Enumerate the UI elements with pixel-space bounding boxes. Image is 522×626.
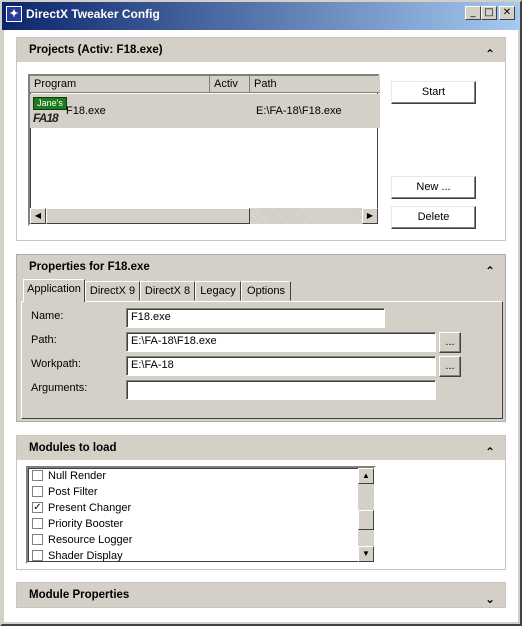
projects-panel: Projects (Activ: F18.exe) ⌃ Program Acti… — [16, 37, 506, 241]
row-path: E:\FA-18\F18.exe — [256, 105, 342, 117]
module-properties-header[interactable]: Module Properties ⌄ — [17, 583, 505, 607]
modules-list: Null Render Post Filter ✓ Present Changer Pr… — [30, 468, 356, 562]
properties-title: Properties for F18.exe — [29, 261, 150, 273]
minimize-icon: _ — [470, 7, 476, 18]
list-item[interactable]: Resource Logger — [30, 532, 356, 548]
module-label: Null Render — [48, 470, 107, 482]
close-button[interactable]: ✕ — [499, 6, 515, 20]
workpath-label: Workpath: — [31, 358, 81, 370]
path-label: Path: — [31, 334, 57, 346]
chevron-double-down-icon[interactable]: ⌄ — [485, 587, 495, 611]
horizontal-scrollbar[interactable]: ◀ ▶ — [30, 208, 378, 224]
tab-application[interactable]: Application — [23, 279, 85, 302]
name-label: Name: — [31, 310, 64, 322]
module-label: Priority Booster — [48, 518, 124, 530]
module-label: Shader Display — [48, 550, 123, 562]
list-item[interactable]: Post Filter — [30, 484, 356, 500]
list-item[interactable]: ✓ Present Changer — [30, 500, 356, 516]
column-header-program[interactable]: Program — [30, 76, 210, 93]
delete-button[interactable]: Delete — [391, 206, 476, 229]
start-button[interactable]: Start — [391, 81, 476, 104]
chevron-double-up-icon[interactable]: ⌃ — [485, 259, 495, 283]
arrow-up-icon: ▲ — [362, 471, 370, 480]
workpath-field[interactable]: E:\FA-18 — [126, 356, 436, 376]
tab-legacy[interactable]: Legacy — [195, 281, 241, 301]
horizontal-scroll-thumb[interactable] — [46, 208, 250, 224]
maximize-icon: □ — [484, 7, 494, 18]
browse-workpath-button[interactable]: ... — [439, 356, 461, 377]
vertical-scroll-thumb[interactable] — [358, 510, 374, 530]
window-title: DirectX Tweaker Config — [26, 7, 160, 21]
browse-path-button[interactable]: ... — [439, 332, 461, 353]
list-item[interactable]: Null Render — [30, 468, 356, 484]
properties-header[interactable]: Properties for F18.exe ⌃ — [17, 255, 505, 279]
tab-directx-8[interactable]: DirectX 8 — [140, 281, 195, 301]
arrow-down-icon: ▼ — [362, 549, 370, 558]
projects-title: Projects (Activ: F18.exe) — [29, 44, 163, 56]
arguments-field[interactable] — [126, 380, 436, 400]
logo-top-text: Jane's — [33, 97, 67, 110]
name-field[interactable]: F18.exe — [126, 308, 385, 328]
modules-checklist[interactable]: Null Render Post Filter ✓ Present Changer Pr… — [26, 466, 376, 564]
arguments-label: Arguments: — [31, 382, 88, 394]
modules-title: Modules to load — [29, 442, 117, 454]
checkbox-checked[interactable]: ✓ — [32, 502, 43, 513]
title-bar: ✦ DirectX Tweaker Config _ □ ✕ — [0, 0, 522, 30]
application-tab-page: Name: F18.exe Path: E:\FA-18\F18.exe ...… — [21, 301, 503, 419]
scroll-down-button[interactable]: ▼ — [358, 546, 374, 562]
row-program: F18.exe — [66, 105, 106, 117]
arrow-left-icon: ◀ — [34, 211, 42, 220]
column-header-activ[interactable]: Activ — [210, 76, 250, 93]
maximize-button[interactable]: □ — [481, 6, 497, 20]
chevron-double-up-icon[interactable]: ⌃ — [485, 42, 495, 66]
module-properties-panel: Module Properties ⌄ — [16, 582, 506, 608]
module-label: Present Changer — [48, 502, 132, 514]
checkbox[interactable] — [32, 550, 43, 561]
properties-panel: Properties for F18.exe ⌃ Application Dir… — [16, 254, 506, 422]
scroll-right-button[interactable]: ▶ — [362, 208, 378, 224]
game-logo-icon: Jane's FA18 — [33, 97, 67, 125]
minimize-button[interactable]: _ — [465, 6, 481, 20]
directx-app-icon: ✦ — [6, 6, 22, 22]
arrow-right-icon: ▶ — [366, 211, 374, 220]
modules-panel: Modules to load ⌃ Null Render Post Filter… — [16, 435, 506, 570]
list-item[interactable]: Shader Display — [30, 548, 356, 564]
list-item[interactable]: Priority Booster — [30, 516, 356, 532]
scroll-left-button[interactable]: ◀ — [30, 208, 46, 224]
module-label: Resource Logger — [48, 534, 133, 546]
checkbox[interactable] — [32, 534, 43, 545]
tab-directx-9[interactable]: DirectX 9 — [85, 281, 140, 301]
projects-list[interactable]: Program Activ Path Jane's FA18 F18.exe E… — [28, 74, 380, 226]
column-header-path[interactable]: Path — [250, 76, 380, 93]
module-properties-title: Module Properties — [29, 589, 130, 601]
checkbox[interactable] — [32, 470, 43, 481]
tab-options[interactable]: Options — [241, 281, 291, 301]
modules-header[interactable]: Modules to load ⌃ — [17, 436, 505, 460]
path-field[interactable]: E:\FA-18\F18.exe — [126, 332, 436, 352]
logo-bottom-text: FA18 — [33, 111, 59, 125]
checkbox[interactable] — [32, 518, 43, 529]
new-button[interactable]: New ... — [391, 176, 476, 199]
table-row[interactable]: Jane's FA18 F18.exe E:\FA-18\F18.exe — [30, 94, 380, 128]
chevron-double-up-icon[interactable]: ⌃ — [485, 440, 495, 464]
close-icon: ✕ — [502, 7, 512, 18]
properties-tabs: Application DirectX 9 DirectX 8 Legacy O… — [21, 279, 505, 303]
scroll-up-button[interactable]: ▲ — [358, 468, 374, 484]
checkbox[interactable] — [32, 486, 43, 497]
projects-header[interactable]: Projects (Activ: F18.exe) ⌃ — [17, 38, 505, 62]
vertical-scrollbar[interactable]: ▲ ▼ — [358, 468, 374, 562]
module-label: Post Filter — [48, 486, 98, 498]
